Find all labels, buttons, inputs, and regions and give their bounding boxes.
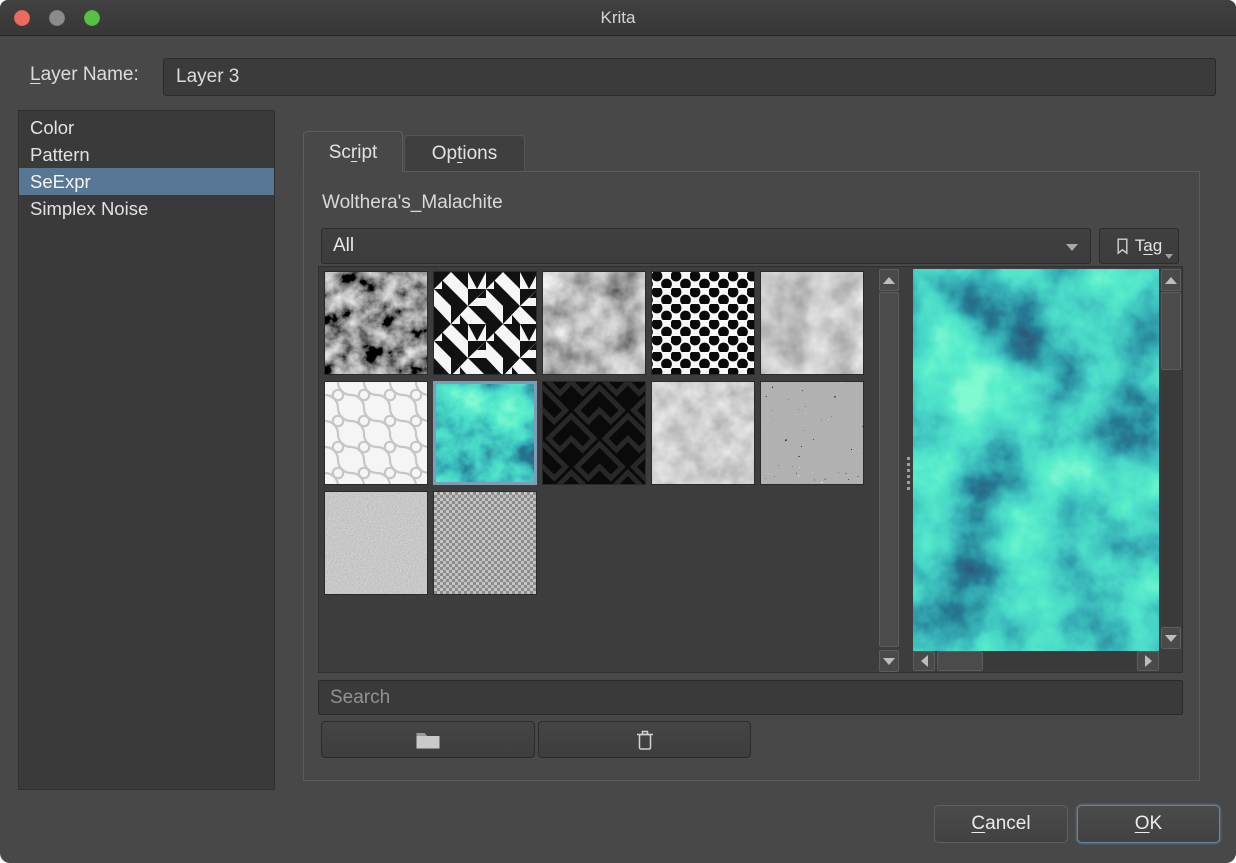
krita-dialog-window: Krita Layer Name: Color Pattern SeExpr S… [0, 0, 1236, 863]
pattern-thumbnail-woven-checker[interactable] [433, 491, 537, 595]
preview-scroll-up-button[interactable] [1161, 269, 1181, 291]
preview-scroll-left-button[interactable] [913, 651, 935, 671]
window-title: Krita [0, 0, 1236, 36]
import-folder-icon [415, 730, 441, 750]
pattern-thumbnail-gray-smoke[interactable] [760, 271, 864, 375]
preview-scroll-right-button[interactable] [1137, 651, 1159, 671]
pattern-thumbnail-dark-rock-noise[interactable] [324, 271, 428, 375]
title-bar[interactable]: Krita [0, 0, 1236, 36]
pattern-thumbnail-speckle-noise[interactable] [760, 381, 864, 485]
trash-icon [636, 729, 654, 751]
list-item-simplex-noise[interactable]: Simplex Noise [19, 195, 274, 222]
pattern-thumbnail-truchet-loops[interactable] [324, 381, 428, 485]
pattern-thumbnail-dark-maze[interactable] [542, 381, 646, 485]
delete-resource-button[interactable] [538, 721, 751, 758]
pattern-thumbnail-fine-grain[interactable] [324, 491, 428, 595]
tag-filter-combobox[interactable]: All [321, 228, 1091, 264]
generator-type-list: Color Pattern SeExpr Simplex Noise [18, 110, 275, 790]
layer-name-label: Layer Name: [30, 64, 139, 86]
tag-button-label: Tag [1135, 236, 1162, 256]
selected-resource-name: Wolthera's_Malachite [322, 192, 503, 214]
grid-scrollbar-thumb[interactable] [879, 292, 899, 647]
list-item-color[interactable]: Color [19, 114, 274, 141]
pattern-chooser [318, 266, 1183, 673]
pattern-thumbnail-concrete[interactable] [651, 381, 755, 485]
search-input[interactable] [318, 680, 1183, 715]
pattern-thumbnail-gray-marble[interactable] [542, 271, 646, 375]
splitter-handle[interactable] [903, 457, 913, 517]
tag-filter-value: All [333, 235, 354, 256]
pattern-thumbnail-green-malachite[interactable] [433, 381, 537, 485]
grid-scroll-up-button[interactable] [879, 269, 899, 291]
pattern-thumbnail-bw-triangle-mosaic[interactable] [433, 271, 537, 375]
list-item-seexpr[interactable]: SeExpr [19, 168, 274, 195]
tab-script[interactable]: Script [303, 131, 403, 172]
pattern-preview-image [913, 269, 1159, 651]
pattern-grid [319, 267, 879, 670]
grid-scroll-down-button[interactable] [879, 650, 899, 672]
list-item-pattern[interactable]: Pattern [19, 141, 274, 168]
layer-name-input[interactable] [163, 58, 1216, 96]
pattern-thumbnail-bw-polka-dots[interactable] [651, 271, 755, 375]
chevron-down-icon [1066, 244, 1078, 251]
cancel-button[interactable]: Cancel [934, 805, 1068, 843]
bookmark-icon [1116, 238, 1129, 255]
ok-button[interactable]: OK [1077, 805, 1220, 843]
preview-scroll-down-button[interactable] [1161, 627, 1181, 649]
tag-button[interactable]: Tag [1099, 228, 1179, 264]
preview-hscrollbar-thumb[interactable] [937, 651, 983, 671]
preview-vscrollbar-thumb[interactable] [1161, 292, 1181, 370]
import-resource-button[interactable] [321, 721, 535, 758]
tab-options[interactable]: Options [404, 135, 525, 172]
chevron-down-icon [1165, 254, 1173, 259]
